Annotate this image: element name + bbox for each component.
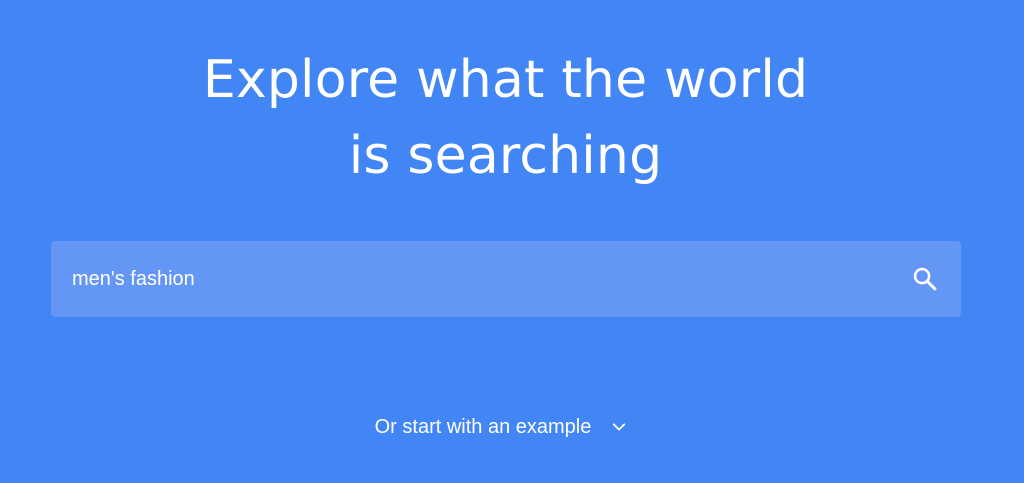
page-title-line-1: Explore what the world [202, 50, 809, 110]
start-with-example-toggle[interactable]: Or start with an example [0, 410, 1004, 444]
start-with-example-label: Or start with an example [374, 416, 592, 438]
search-box[interactable] [51, 241, 961, 317]
chevron-down-icon [609, 417, 629, 437]
search-input[interactable] [51, 241, 881, 317]
search-button[interactable] [907, 261, 943, 297]
page-title: Explore what the world is searching [0, 42, 1011, 194]
search-icon [913, 267, 937, 291]
page-title-line-2: is searching [348, 126, 663, 186]
